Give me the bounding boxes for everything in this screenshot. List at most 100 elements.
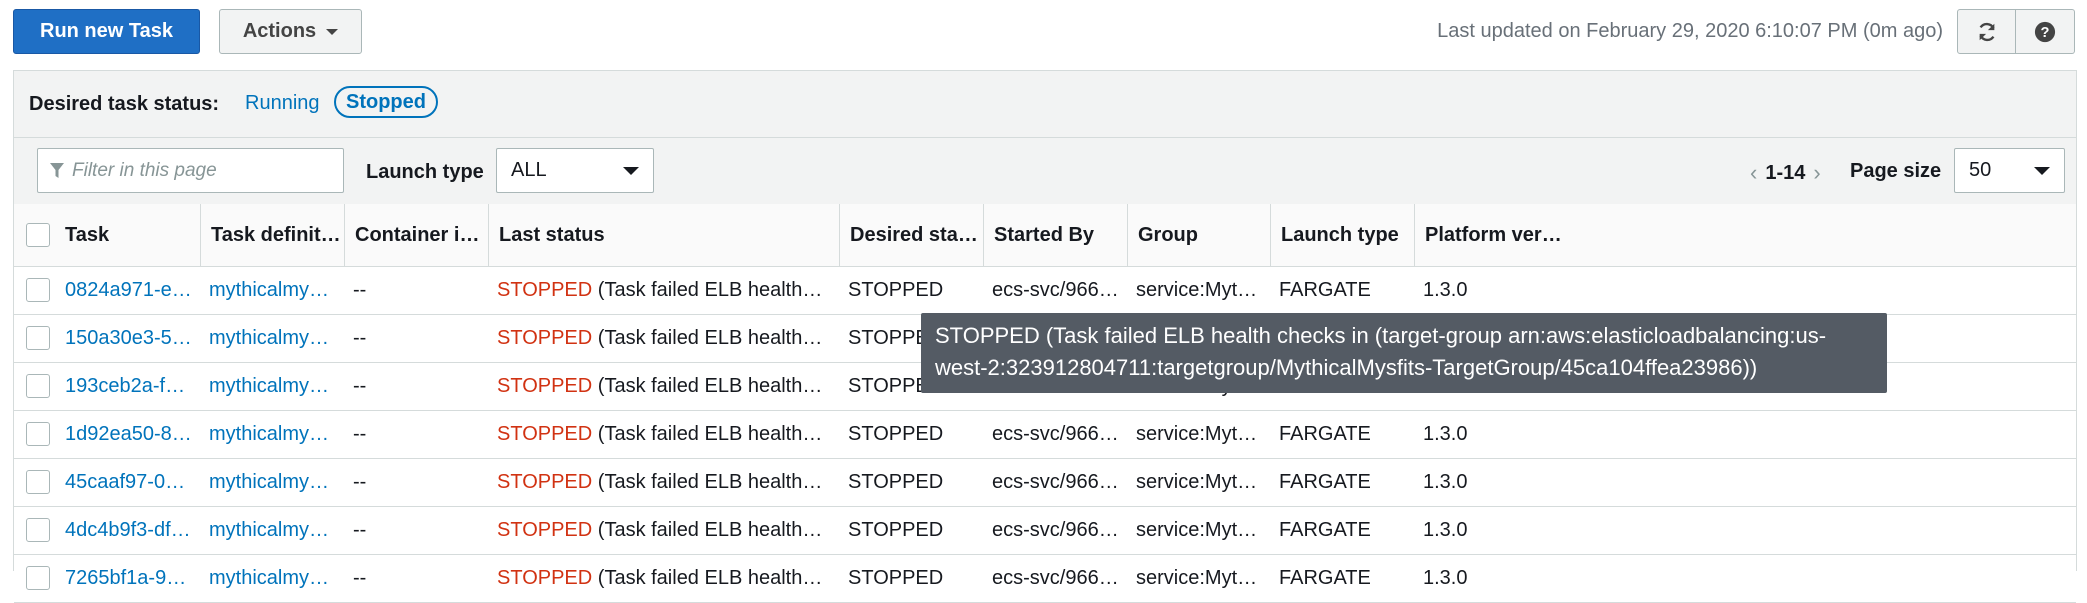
row-checkbox[interactable] — [26, 518, 50, 542]
row-checkbox[interactable] — [26, 326, 50, 350]
status-stopped-text: STOPPED — [497, 519, 593, 541]
next-page-icon[interactable]: › — [1805, 160, 1828, 186]
task-id-link[interactable]: 150a30e3-5754d0f1 — [65, 315, 195, 362]
task-definition-link[interactable]: mythicalmysfits-service:1 — [209, 459, 339, 506]
task-id-link[interactable]: 1d92ea50-803c7e21 — [65, 411, 195, 458]
column-header-launch-type[interactable]: Launch type — [1281, 204, 1411, 266]
group-cell: service:MythicalMysfits-Service — [1136, 423, 1266, 445]
container-instance-cell: -- — [353, 375, 367, 397]
svg-text:?: ? — [2041, 25, 2050, 41]
status-option-running[interactable]: Running — [245, 92, 320, 115]
select-all-checkbox[interactable] — [26, 223, 50, 247]
status-stopped-text: STOPPED — [497, 423, 593, 445]
table-row[interactable]: 45caaf97-0d74b3e8 mythicalmysfits-service… — [14, 459, 2076, 507]
row-checkbox[interactable] — [26, 278, 50, 302]
column-divider[interactable] — [1414, 204, 1415, 266]
page-size-value: 50 — [1969, 159, 1992, 181]
launch-type-cell: FARGATE — [1279, 567, 1371, 589]
column-divider[interactable] — [1270, 204, 1271, 266]
last-status-cell: STOPPED (Task failed ELB health checks i… — [497, 363, 827, 410]
container-instance-cell: -- — [353, 471, 367, 493]
column-header-started-by[interactable]: Started By — [994, 204, 1124, 266]
status-stopped-text: STOPPED — [497, 279, 593, 301]
column-divider[interactable] — [839, 204, 840, 266]
task-definition-link[interactable]: mythicalmysfits-service:1 — [209, 267, 339, 314]
filter-field[interactable] — [37, 148, 344, 193]
platform-version-cell: 1.3.0 — [1423, 567, 1468, 589]
platform-version-cell: 1.3.0 — [1423, 279, 1468, 301]
started-by-cell: ecs-svc/9661712345 — [992, 567, 1122, 589]
last-status-cell: STOPPED (Task failed ELB health checks i… — [497, 315, 827, 362]
container-instance-cell: -- — [353, 519, 367, 541]
help-button[interactable]: ? — [2016, 9, 2075, 54]
column-header-group[interactable]: Group — [1138, 204, 1268, 266]
column-header-container-instance[interactable]: Container instance — [355, 204, 485, 266]
desired-status-cell: STOPPED — [848, 519, 944, 541]
table-row[interactable]: 0824a971-ec12f4b7c mythicalmysfits-servic… — [14, 267, 2076, 315]
task-definition-link[interactable]: mythicalmysfits-service:1 — [209, 507, 339, 554]
status-reason-text: (Task failed ELB health checks in (targe… — [597, 375, 827, 397]
table-row[interactable]: 1d92ea50-803c7e21 mythicalmysfits-service… — [14, 411, 2076, 459]
pagination: ‹ 1-14 › — [1742, 160, 1829, 186]
column-header-task-definition[interactable]: Task definition — [211, 204, 341, 266]
last-status-cell: STOPPED (Task failed ELB health checks i… — [497, 267, 827, 314]
started-by-cell: ecs-svc/9661712345 — [992, 519, 1122, 541]
dropdown-arrow-icon — [2034, 167, 2050, 175]
table-row[interactable]: 4dc4b9f3-dfbd-4a11 mythicalmysfits-servic… — [14, 507, 2076, 555]
status-tooltip: STOPPED (Task failed ELB health checks i… — [921, 313, 1887, 393]
tasks-table: Task Task definition Container instance … — [14, 204, 2076, 603]
status-stopped-text: STOPPED — [497, 471, 593, 493]
column-divider[interactable] — [488, 204, 489, 266]
status-reason-text: (Task failed ELB health checks in (targe… — [597, 327, 827, 349]
run-new-task-button[interactable]: Run new Task — [13, 9, 200, 54]
refresh-icon — [1979, 22, 1994, 41]
status-option-stopped[interactable]: Stopped — [334, 86, 438, 118]
task-id-link[interactable]: 0824a971-ec12f4b7c — [65, 267, 195, 314]
task-definition-link[interactable]: mythicalmysfits-service:1 — [209, 411, 339, 458]
launch-type-cell: FARGATE — [1279, 471, 1371, 493]
platform-version-cell: 1.3.0 — [1423, 423, 1468, 445]
launch-type-select[interactable]: ALL — [496, 148, 654, 193]
launch-type-cell: FARGATE — [1279, 519, 1371, 541]
row-checkbox[interactable] — [26, 374, 50, 398]
desired-status-cell: STOPPED — [848, 471, 944, 493]
task-id-link[interactable]: 45caaf97-0d74b3e8 — [65, 459, 195, 506]
last-status-cell: STOPPED (Task failed ELB health checks i… — [497, 555, 827, 602]
desired-status-cell: STOPPED — [848, 423, 944, 445]
column-divider[interactable] — [1127, 204, 1128, 266]
column-header-platform-version[interactable]: Platform version — [1425, 204, 1565, 266]
column-divider[interactable] — [983, 204, 984, 266]
task-definition-link[interactable]: mythicalmysfits-service:1 — [209, 363, 339, 410]
caret-down-icon — [326, 28, 339, 35]
last-status-cell: STOPPED (Task failed ELB health checks i… — [497, 411, 827, 458]
refresh-button[interactable] — [1957, 9, 2016, 54]
column-divider[interactable] — [200, 204, 201, 266]
container-instance-cell: -- — [353, 327, 367, 349]
column-divider[interactable] — [344, 204, 345, 266]
column-header-desired-status[interactable]: Desired status — [850, 204, 980, 266]
platform-version-cell: 1.3.0 — [1423, 471, 1468, 493]
status-stopped-text: STOPPED — [497, 567, 593, 589]
page-size-select[interactable]: 50 — [1954, 148, 2065, 193]
started-by-cell: ecs-svc/9661712345 — [992, 423, 1122, 445]
group-cell: service:MythicalMysfits-Service — [1136, 567, 1266, 589]
task-id-link[interactable]: 7265bf1a-96f3e2b0 — [65, 555, 195, 602]
task-id-link[interactable]: 193ceb2a-f81a9c2d — [65, 363, 195, 410]
desired-status-bar: Desired task status: Running Stopped — [14, 71, 2076, 138]
filter-input[interactable] — [70, 158, 334, 183]
actions-dropdown-button[interactable]: Actions — [219, 9, 362, 54]
task-id-link[interactable]: 4dc4b9f3-dfbd-4a11 — [65, 507, 195, 554]
started-by-cell: ecs-svc/9661712345 — [992, 279, 1122, 301]
row-checkbox[interactable] — [26, 470, 50, 494]
prev-page-icon[interactable]: ‹ — [1742, 160, 1765, 186]
task-definition-link[interactable]: mythicalmysfits-service:1 — [209, 555, 339, 602]
platform-version-cell: 1.3.0 — [1423, 519, 1468, 541]
started-by-cell: ecs-svc/9661712345 — [992, 471, 1122, 493]
column-header-last-status[interactable]: Last status — [499, 204, 829, 266]
table-row[interactable]: 7265bf1a-96f3e2b0 mythicalmysfits-service… — [14, 555, 2076, 603]
column-header-task[interactable]: Task — [65, 204, 195, 266]
actions-label: Actions — [242, 20, 317, 42]
row-checkbox[interactable] — [26, 422, 50, 446]
task-definition-link[interactable]: mythicalmysfits-service:1 — [209, 315, 339, 362]
group-cell: service:MythicalMysfits-Service — [1136, 471, 1266, 493]
